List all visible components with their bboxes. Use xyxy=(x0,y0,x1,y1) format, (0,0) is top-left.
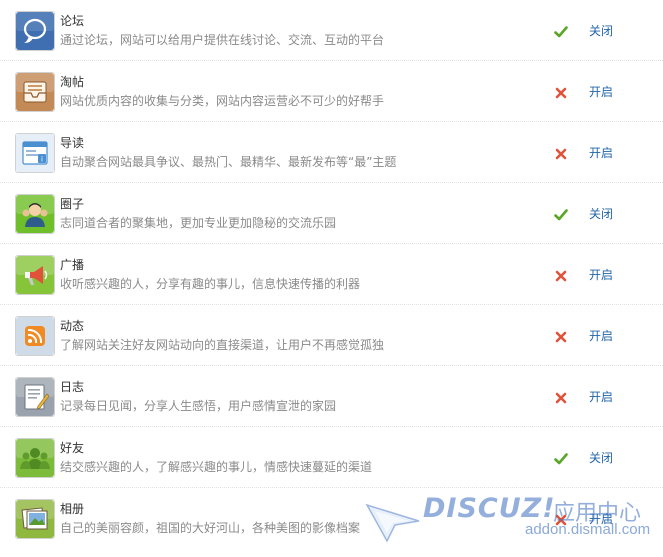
disabled-cross-icon xyxy=(554,269,568,283)
collection-inbox-icon xyxy=(15,72,55,112)
open-module-link[interactable]: 开启 xyxy=(589,328,613,344)
module-row: 圈子志同道合者的聚集地，更加专业更加隐秘的交流乐园 关闭 xyxy=(0,183,663,244)
module-description: 收听感兴趣的人，分享有趣的事儿，信息快速传播的利器 xyxy=(60,277,361,291)
module-row: 动态了解网站关注好友网站动向的直接渠道，让用户不再感觉孤独 开启 xyxy=(0,305,663,366)
disabled-cross-icon xyxy=(554,391,568,405)
module-row: 论坛通过论坛，网站可以给用户提供在线讨论、交流、互动的平台 关闭 xyxy=(0,0,663,61)
blog-notepad-icon xyxy=(15,377,55,417)
disabled-cross-icon xyxy=(554,513,568,527)
album-photo-icon xyxy=(15,499,55,539)
group-users-icon xyxy=(15,194,55,234)
module-name: 导读 xyxy=(60,136,85,150)
close-module-link[interactable]: 关闭 xyxy=(589,23,613,39)
module-row: 相册自己的美丽容颜，祖国的大好河山，各种美图的影像档案 开启 xyxy=(0,488,663,549)
open-module-link[interactable]: 开启 xyxy=(589,84,613,100)
module-description: 自己的美丽容颜，祖国的大好河山，各种美图的影像档案 xyxy=(60,521,361,535)
module-row: 日志记录每日见闻，分享人生感悟，用户感情宣泄的家园 开启 xyxy=(0,366,663,427)
module-name: 论坛 xyxy=(60,14,85,28)
module-description: 结交感兴趣的人，了解感兴趣的事儿，情感快速蔓延的渠道 xyxy=(60,460,373,474)
module-name: 日志 xyxy=(60,380,85,394)
enabled-check-icon xyxy=(554,25,568,39)
open-module-link[interactable]: 开启 xyxy=(589,389,613,405)
module-row: 好友结交感兴趣的人，了解感兴趣的事儿，情感快速蔓延的渠道 关闭 xyxy=(0,427,663,488)
open-module-link[interactable]: 开启 xyxy=(589,267,613,283)
forum-speech-bubble-icon xyxy=(15,11,55,51)
broadcast-megaphone-icon xyxy=(15,255,55,295)
module-description: 志同道合者的聚集地，更加专业更加隐秘的交流乐园 xyxy=(60,216,337,230)
module-name: 动态 xyxy=(60,319,85,333)
enabled-check-icon xyxy=(554,452,568,466)
module-list: 论坛 通过论坛，网站可以给用户提供在线讨论、交流、互动的平台 关闭 淘帖 网站优质内容… xyxy=(0,0,663,549)
module-description: 网站优质内容的收集与分类，网站内容运营必不可少的好帮手 xyxy=(60,94,385,108)
module-name: 广播 xyxy=(60,258,85,272)
module-row: 淘帖网站优质内容的收集与分类，网站内容运营必不可少的好帮手 开启 xyxy=(0,61,663,122)
module-description: 了解网站关注好友网站动向的直接渠道，让用户不再感觉孤独 xyxy=(60,338,385,352)
friends-people-icon xyxy=(15,438,55,478)
module-description: 通过论坛，网站可以给用户提供在线讨论、交流、互动的平台 xyxy=(60,33,385,47)
open-module-link[interactable]: 开启 xyxy=(589,145,613,161)
module-name: 圈子 xyxy=(60,197,85,211)
svg-text:i: i xyxy=(41,156,43,164)
module-name: 相册 xyxy=(60,502,85,516)
module-description: 自动聚合网站最具争议、最热门、最精华、最新发布等“最”主题 xyxy=(60,155,397,169)
close-module-link[interactable]: 关闭 xyxy=(589,206,613,222)
module-row: 广播收听感兴趣的人，分享有趣的事儿，信息快速传播的利器 开启 xyxy=(0,244,663,305)
feed-rss-icon xyxy=(15,316,55,356)
guide-window-icon: i xyxy=(15,133,55,173)
enabled-check-icon xyxy=(554,208,568,222)
module-name: 好友 xyxy=(60,441,85,455)
open-module-link[interactable]: 开启 xyxy=(589,511,613,527)
disabled-cross-icon xyxy=(554,147,568,161)
module-row: i 导读自动聚合网站最具争议、最热门、最精华、最新发布等“最”主题 开启 xyxy=(0,122,663,183)
close-module-link[interactable]: 关闭 xyxy=(589,450,613,466)
module-description: 记录每日见闻，分享人生感悟，用户感情宣泄的家园 xyxy=(60,399,337,413)
module-name: 淘帖 xyxy=(60,75,85,89)
disabled-cross-icon xyxy=(554,86,568,100)
disabled-cross-icon xyxy=(554,330,568,344)
